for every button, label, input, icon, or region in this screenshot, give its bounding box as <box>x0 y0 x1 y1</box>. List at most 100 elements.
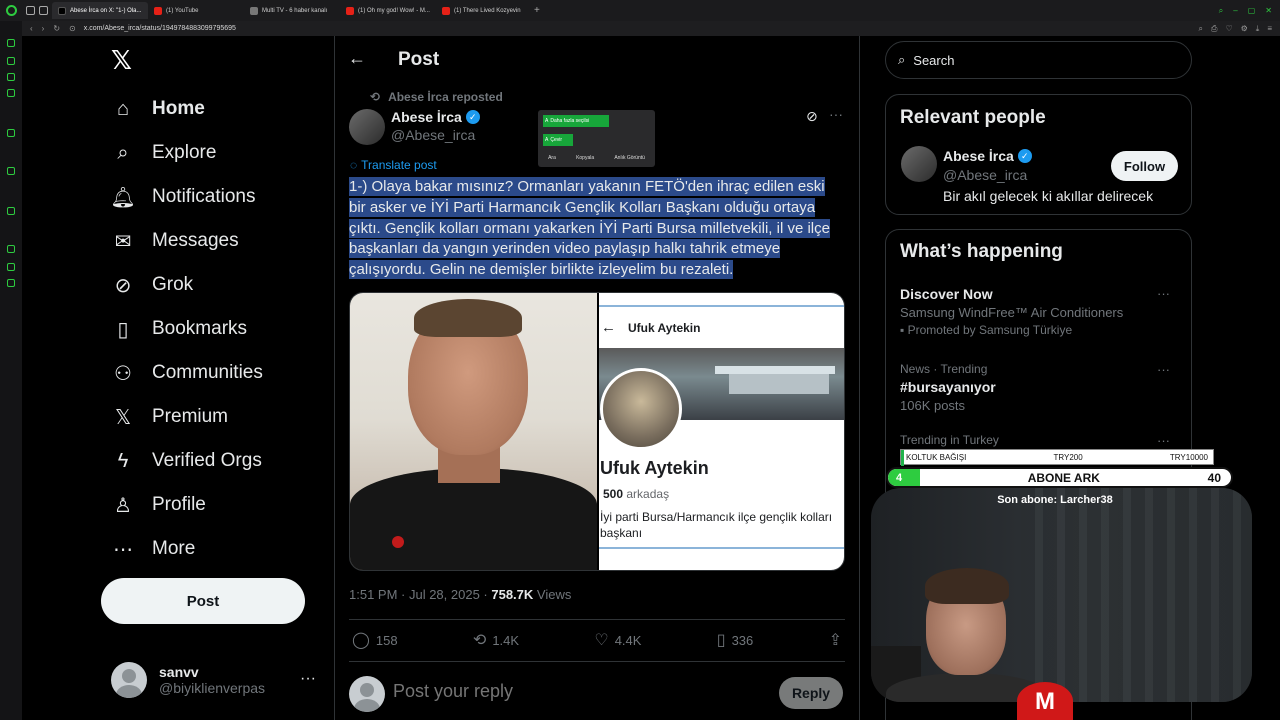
browser-tab[interactable]: Multi TV - 6 haber kanalı <box>244 2 340 19</box>
reply-input[interactable] <box>393 681 753 702</box>
aria-icon: A <box>545 118 549 124</box>
compose-post-button[interactable]: Post <box>101 578 305 624</box>
maximize-icon[interactable]: ▢ <box>1248 6 1256 16</box>
browser-tab[interactable]: (1) Oh my god! Wow! - M... <box>340 2 436 19</box>
communities-icon: ⚇ <box>114 362 132 385</box>
reply-button[interactable]: Reply <box>779 677 843 709</box>
sidebar-app-icon[interactable] <box>7 207 15 215</box>
site-info-icon[interactable]: ⊙ <box>69 24 76 33</box>
bookmark-page-icon[interactable]: ♡ <box>1225 24 1232 34</box>
menu-icon[interactable]: ≡ <box>1267 24 1272 34</box>
search-box[interactable]: ⌕ Search <box>885 41 1192 79</box>
nav-notifications[interactable]: 🔔︎ Notifications <box>110 182 256 212</box>
x-logo-icon[interactable]: 𝕏 <box>111 47 137 73</box>
trend-item[interactable]: Discover Now Samsung WindFree™ Air Condi… <box>900 286 1180 337</box>
close-icon[interactable]: ✕ <box>1265 6 1272 16</box>
snapshot-selection-button[interactable]: Anlık Görüntü <box>614 155 645 161</box>
translate-selection-button[interactable]: A Çevir <box>543 134 573 146</box>
nav-messages[interactable]: ✉ Messages <box>111 226 239 256</box>
select-more-button[interactable]: A Daha fazla seçilsi <box>543 115 609 127</box>
media-photo-portrait[interactable] <box>350 293 597 570</box>
sidebar-app-icon[interactable] <box>7 89 15 97</box>
forward-icon[interactable]: › <box>42 24 45 33</box>
nav-label: Verified Orgs <box>152 450 262 471</box>
copy-selection-button[interactable]: Kopyala <box>576 155 594 161</box>
back-arrow-icon[interactable]: ← <box>348 48 366 69</box>
trend-more-icon[interactable]: ··· <box>1157 433 1170 448</box>
follow-button[interactable]: Follow <box>1111 151 1178 181</box>
repost-action[interactable]: ⟲ 1.4K <box>473 630 519 650</box>
browser-tab[interactable]: (1) There Lived Kozyevin <box>436 2 532 19</box>
minimize-icon[interactable]: – <box>1233 6 1237 16</box>
sidebar-app-icon[interactable] <box>7 279 15 287</box>
repost-indicator[interactable]: ⟲ Abese İrca reposted <box>370 90 503 104</box>
photo-hair <box>414 299 522 337</box>
reply-action[interactable]: ◯ 158 <box>352 630 398 650</box>
avatar[interactable] <box>901 146 937 182</box>
extensions-icon[interactable]: ⚙ <box>1241 24 1248 34</box>
nav-verified-orgs[interactable]: ϟ Verified Orgs <box>111 446 262 476</box>
avatar <box>349 676 385 712</box>
trend-item[interactable]: Trending in Turkey ··· <box>900 433 1180 448</box>
search-selection-button[interactable]: Ara <box>548 155 556 161</box>
reload-icon[interactable]: ↻ <box>53 24 60 33</box>
sidebar-app-icon[interactable] <box>7 245 15 253</box>
person-name[interactable]: Abese İrca ✓ <box>943 148 1032 164</box>
author-avatar[interactable] <box>349 109 385 145</box>
url-field[interactable]: x.com/Abese_irca/status/1949784883099795… <box>84 25 236 32</box>
sidebar-app-icon[interactable] <box>7 39 15 47</box>
search-tabs-icon[interactable]: ⌕ <box>1219 6 1223 16</box>
post-more-icon[interactable]: ··· <box>829 106 843 122</box>
nav-home[interactable]: ⌂ Home <box>111 94 205 124</box>
selection-actions: Ara Kopyala Anlık Görüntü <box>538 155 655 161</box>
new-tab-button[interactable]: + <box>532 5 540 16</box>
account-more-icon[interactable]: ··· <box>300 670 316 688</box>
trend-more-icon[interactable]: ··· <box>1157 286 1170 301</box>
account-switcher[interactable]: sanvv @biyiklienverpas <box>111 660 321 700</box>
sidebar-app-icon[interactable] <box>7 129 15 137</box>
post-media[interactable]: ← Ufuk Aytekin Ufuk Aytekin 500 arkadaş … <box>349 292 845 571</box>
sidebar-app-icon[interactable] <box>7 57 15 65</box>
nav-label: Notifications <box>152 186 256 207</box>
sidebar-app-icon[interactable] <box>7 73 15 81</box>
nav-premium[interactable]: 𝕏 Premium <box>111 402 228 432</box>
nav-bookmarks[interactable]: ▯ Bookmarks <box>111 314 247 344</box>
sidebar-app-icon[interactable] <box>7 167 15 175</box>
zoom-icon[interactable]: ⌕ <box>1199 24 1203 34</box>
nav-profile[interactable]: ♙ Profile <box>111 490 206 520</box>
download-icon[interactable]: ⤓ <box>1256 24 1260 34</box>
share-action[interactable]: ⇪ <box>829 630 842 650</box>
person-handle[interactable]: @Abese_irca <box>943 167 1027 183</box>
trend-item[interactable]: News · Trending #bursayanıyor 106K posts… <box>900 362 1180 413</box>
post-actions: ◯ 158 ⟲ 1.4K ♡ 4.4K ▯ 336 ⇪ <box>352 630 842 650</box>
screenshot-avatar <box>600 368 682 450</box>
nav-communities[interactable]: ⚇ Communities <box>111 358 263 388</box>
donation-goal-bar: KOLTUK BAĞIŞI TRY200 TRY10000 <box>900 449 1214 466</box>
tab-tools[interactable] <box>22 6 52 15</box>
like-action[interactable]: ♡ 4.4K <box>594 630 641 650</box>
author-handle[interactable]: @Abese_irca <box>391 127 475 143</box>
search-icon: ⌕ <box>117 141 129 164</box>
nav-more[interactable]: ⋯ More <box>111 534 195 564</box>
trend-more-icon[interactable]: ··· <box>1157 362 1170 377</box>
translate-post-link[interactable]: ◌ Translate post <box>350 158 437 172</box>
subscriber-progress-fill: 4 <box>888 469 920 486</box>
verified-badge-icon: ✓ <box>465 110 480 124</box>
author-name[interactable]: Abese İrca ✓ <box>391 109 480 125</box>
nav-grok[interactable]: ⊘ Grok <box>111 270 194 300</box>
nav-explore[interactable]: ⌕ Explore <box>111 138 216 168</box>
opera-logo-icon[interactable] <box>0 0 22 21</box>
bookmark-action[interactable]: ▯ 336 <box>717 630 754 650</box>
snapshot-icon[interactable]: ⎙ <box>1211 24 1217 34</box>
media-screenshot-profile[interactable]: ← Ufuk Aytekin Ufuk Aytekin 500 arkadaş … <box>599 293 844 570</box>
lightning-icon: ϟ <box>117 449 129 472</box>
search-input[interactable]: Search <box>913 53 954 68</box>
nav-label: Home <box>152 98 205 119</box>
post-meta: 1:51 PM · Jul 28, 2025 · 758.7K Views <box>349 587 572 602</box>
browser-tab[interactable]: Abese İrca on X: "1-) Ola... <box>52 2 148 19</box>
back-icon[interactable]: ‹ <box>30 24 33 33</box>
grok-icon[interactable]: ⊘ <box>806 108 818 125</box>
divider <box>349 661 845 662</box>
browser-tab[interactable]: (1) YouTube <box>148 2 244 19</box>
sidebar-app-icon[interactable] <box>7 263 15 271</box>
